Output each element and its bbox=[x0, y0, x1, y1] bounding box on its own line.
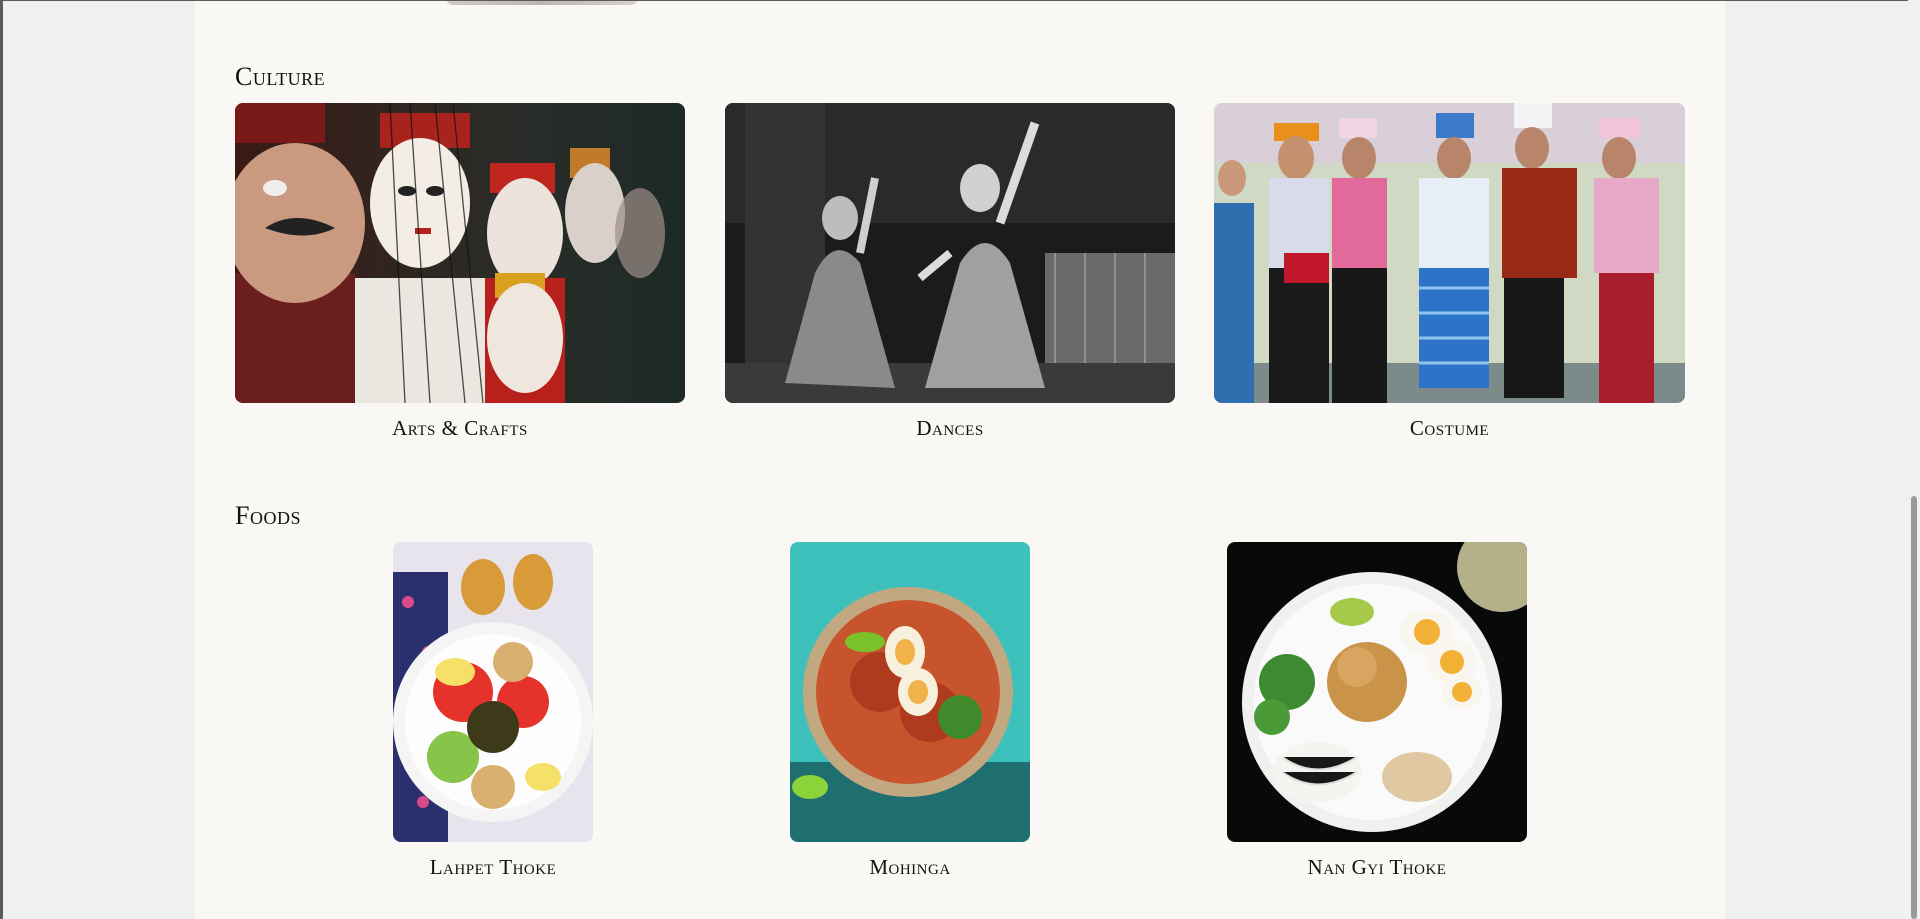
nan-gyi-thoke-caption: Nan Gyi Thoke bbox=[1307, 855, 1447, 879]
arts-crafts-image[interactable] bbox=[235, 103, 685, 403]
costume-image[interactable] bbox=[1214, 103, 1685, 403]
mohinga-caption: Mohinga bbox=[869, 855, 951, 879]
previous-image-edge bbox=[447, 1, 637, 5]
culture-heading: Culture bbox=[235, 62, 326, 91]
lahpet-thoke-image[interactable] bbox=[393, 542, 593, 842]
nan-gyi-thoke-image[interactable] bbox=[1227, 542, 1527, 842]
dances-image[interactable] bbox=[725, 103, 1175, 403]
mohinga-image[interactable] bbox=[790, 542, 1030, 842]
vertical-scrollbar[interactable] bbox=[1908, 0, 1920, 919]
arts-crafts-caption: Arts & Crafts bbox=[392, 416, 528, 440]
foods-heading: Foods bbox=[235, 501, 301, 530]
scrollbar-thumb[interactable] bbox=[1911, 496, 1917, 919]
dances-caption: Dances bbox=[916, 416, 984, 440]
lahpet-thoke-caption: Lahpet Thoke bbox=[429, 855, 557, 879]
costume-caption: Costume bbox=[1409, 416, 1490, 440]
